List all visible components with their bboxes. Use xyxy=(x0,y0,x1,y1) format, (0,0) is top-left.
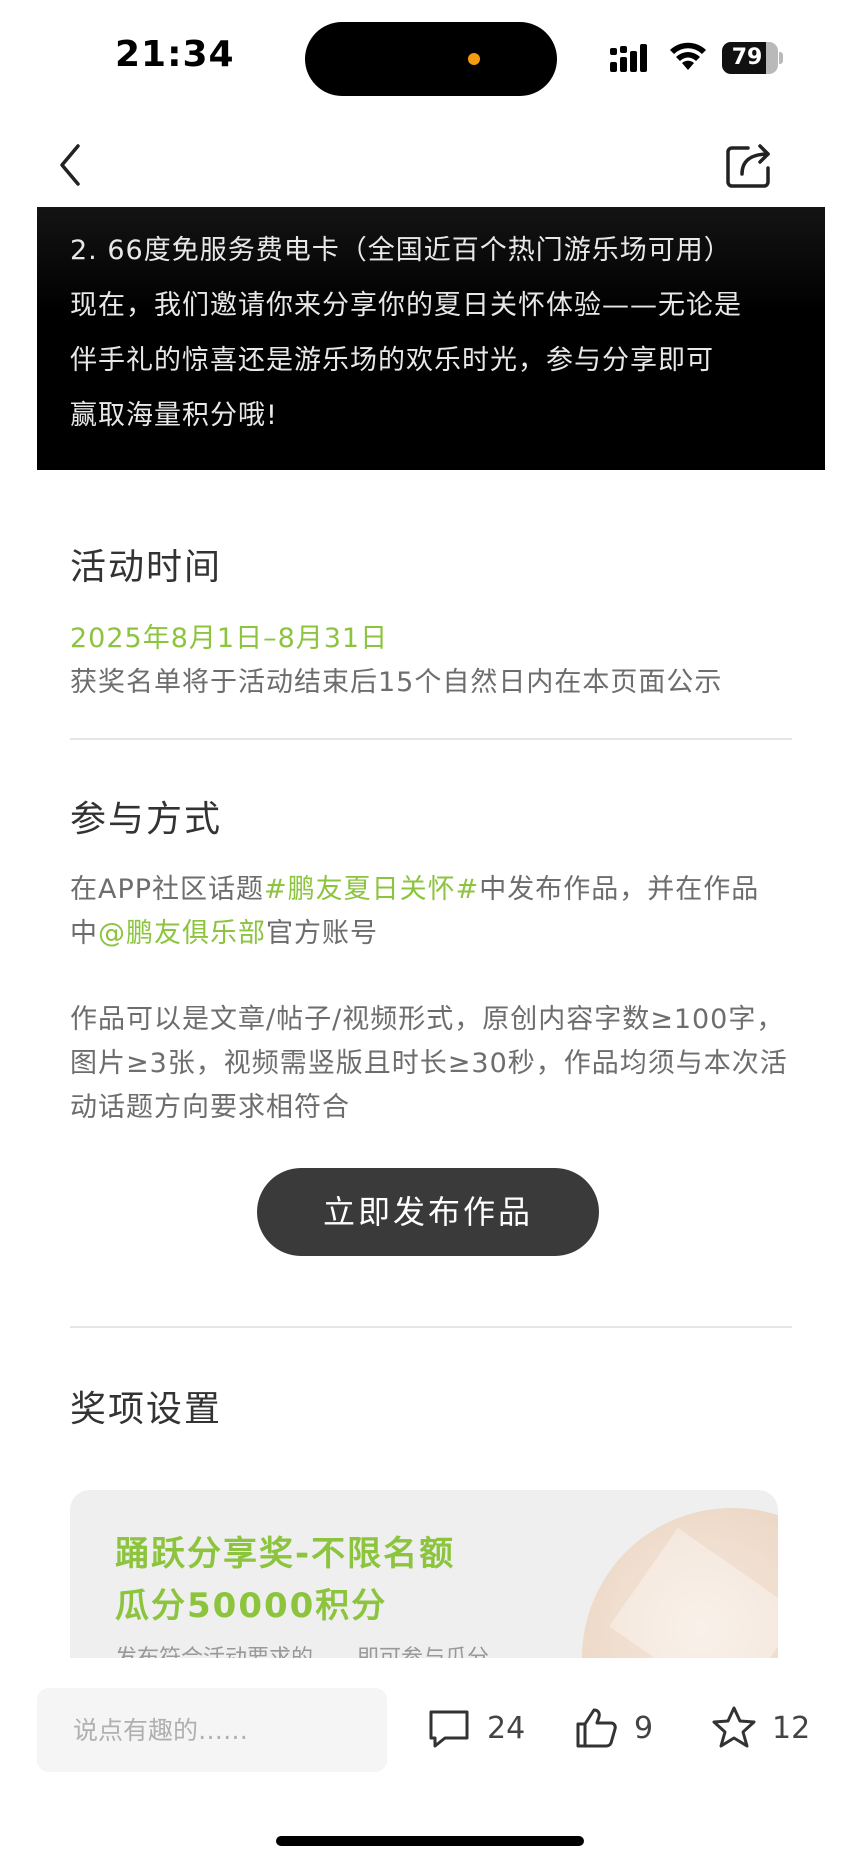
instruction-text: 在APP社区话题 xyxy=(70,874,265,905)
comment-icon xyxy=(429,1710,469,1748)
comment-button[interactable]: 24 xyxy=(425,1698,525,1758)
instruction-text: 中发布作品，并在作品 xyxy=(479,874,760,905)
participate-instructions: 在APP社区话题#鹏友夏日关怀#中发布作品，并在作品 中@鹏友俱乐部官方账号 xyxy=(70,868,800,956)
event-date: 2025年8月1日–8月31日 xyxy=(70,623,389,654)
camera-indicator-dot xyxy=(468,53,480,65)
battery-icon: 79 xyxy=(722,42,784,74)
thumbs-up-icon xyxy=(576,1708,617,1748)
dynamic-island xyxy=(305,22,557,96)
banner-line: 现在，我们邀请你来分享你的夏日关怀体验——无论是 xyxy=(70,290,742,321)
like-button[interactable]: 9 xyxy=(572,1698,653,1758)
prize-reward: 瓜分50000积分 xyxy=(115,1586,388,1626)
prizes-title: 奖项设置 xyxy=(70,1389,223,1430)
bottom-action-bar: 24 9 12 xyxy=(0,1660,860,1864)
status-time: 21:34 xyxy=(115,34,235,75)
favorite-button[interactable]: 12 xyxy=(710,1698,810,1758)
battery-level: 79 xyxy=(731,45,763,70)
instruction-text: 中 xyxy=(70,918,98,949)
banner-line: 2. 66度免服务费电卡（全国近百个热门游乐场可用） xyxy=(70,235,732,266)
signal-icon xyxy=(610,44,647,72)
event-time-title: 活动时间 xyxy=(70,547,223,588)
banner-text: 2. 66度免服务费电卡（全国近百个热门游乐场可用） 现在，我们邀请你来分享你的… xyxy=(70,223,810,443)
like-count: 9 xyxy=(634,1710,654,1746)
works-requirements: 作品可以是文章/帖子/视频形式，原创内容字数≥100字，图片≥3张，视频需竖版且… xyxy=(70,1004,788,1123)
prize-title: 踊跃分享奖-不限名额 瓜分50000积分 xyxy=(115,1528,455,1632)
wifi-icon xyxy=(670,42,706,70)
back-chevron-icon[interactable] xyxy=(50,140,94,190)
comment-input[interactable] xyxy=(37,1688,387,1772)
banner-line: 伴手礼的惊喜还是游乐场的欢乐时光，参与分享即可 xyxy=(70,345,714,376)
star-icon xyxy=(712,1706,756,1748)
prize-name: 踊跃分享奖-不限名额 xyxy=(115,1534,456,1574)
mention-link[interactable]: @鹏友俱乐部 xyxy=(98,918,266,949)
comment-count: 24 xyxy=(487,1710,526,1746)
favorite-count: 12 xyxy=(772,1710,811,1746)
activity-page: 21:34 79 2. 66度免服务费电卡（全国近百个热门游乐场可用） 现在，我… xyxy=(0,0,860,1864)
prize-description: 发布符合活动要求的……即可参与瓜分 xyxy=(115,1640,489,1658)
winners-announcement-note: 获奖名单将于活动结束后15个自然日内在本页面公示 xyxy=(70,667,723,698)
topic-link[interactable]: #鹏友夏日关怀# xyxy=(264,874,479,905)
banner-line: 赢取海量积分哦! xyxy=(70,400,278,431)
section-divider xyxy=(70,1326,792,1328)
intro-banner: 2. 66度免服务费电卡（全国近百个热门游乐场可用） 现在，我们邀请你来分享你的… xyxy=(37,207,825,470)
share-icon[interactable] xyxy=(722,138,776,192)
instruction-text: 官方账号 xyxy=(266,918,378,949)
prize-card[interactable]: 踊跃分享奖-不限名额 瓜分50000积分 发布符合活动要求的……即可参与瓜分 xyxy=(70,1490,778,1658)
status-bar: 21:34 79 xyxy=(0,0,860,110)
publish-work-button[interactable]: 立即发布作品 xyxy=(257,1168,599,1256)
participate-title: 参与方式 xyxy=(70,799,223,840)
home-indicator[interactable] xyxy=(276,1836,584,1846)
top-nav xyxy=(0,120,860,210)
section-divider xyxy=(70,738,792,740)
